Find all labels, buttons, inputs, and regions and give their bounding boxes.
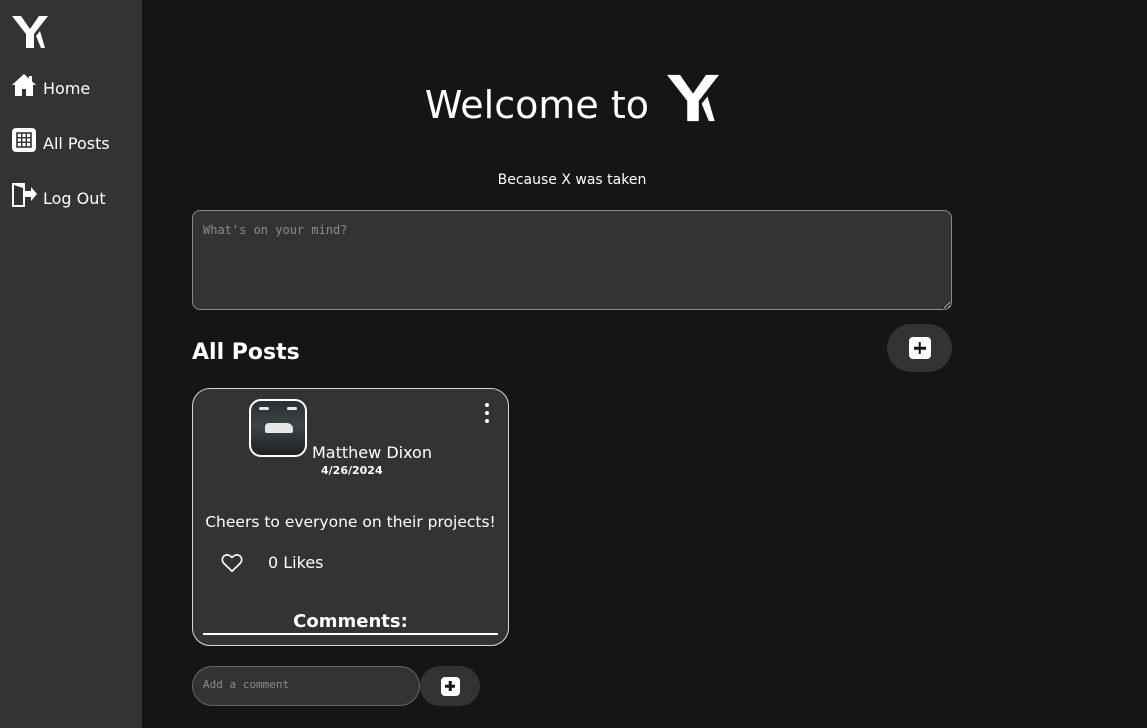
comments-heading: Comments: — [293, 611, 408, 632]
comment-input[interactable] — [192, 666, 420, 706]
post-date: 4/26/2024 — [321, 464, 383, 477]
post-input[interactable] — [192, 210, 952, 310]
avatar-photo-detail — [287, 407, 297, 410]
heart-icon[interactable] — [221, 552, 243, 574]
page-title: Welcome to — [142, 72, 1002, 135]
sidebar-item-label: Home — [43, 79, 91, 98]
sidebar-item-label: All Posts — [43, 134, 110, 153]
sidebar-item-label: Log Out — [43, 189, 106, 208]
more-options-icon[interactable] — [479, 401, 495, 425]
sidebar-item-home[interactable]: Home — [11, 72, 90, 98]
avatar-photo-detail — [265, 423, 293, 433]
section-heading: All Posts — [192, 340, 300, 365]
door-exit-icon — [12, 183, 37, 207]
menu-dot — [485, 419, 489, 423]
menu-dot — [485, 403, 489, 407]
author-name[interactable]: Matthew Dixon — [312, 443, 432, 462]
y-logo-icon — [667, 74, 720, 122]
plus-square-icon — [908, 337, 931, 359]
menu-dot — [485, 411, 489, 415]
grid-icon — [12, 128, 36, 152]
y-logo-icon[interactable] — [12, 14, 48, 50]
divider — [203, 633, 498, 635]
add-post-button[interactable] — [887, 324, 952, 372]
sidebar-item-all-posts[interactable]: All Posts — [11, 127, 110, 153]
sidebar: Home All Posts Log Out — [0, 0, 142, 728]
add-comment-button[interactable] — [420, 666, 480, 706]
main-content: Welcome to Because X was taken All Posts… — [142, 0, 1147, 728]
like-count: 0 Likes — [268, 553, 324, 572]
tagline: Because X was taken — [497, 172, 647, 188]
avatar[interactable] — [249, 399, 307, 457]
avatar-photo-detail — [259, 407, 269, 410]
post-text: Cheers to everyone on their projects! — [205, 513, 496, 531]
plus-square-icon — [440, 676, 460, 696]
house-icon — [12, 74, 36, 96]
post-card: Matthew Dixon 4/26/2024 Cheers to everyo… — [192, 388, 509, 646]
welcome-text: Welcome to — [424, 83, 649, 127]
sidebar-item-log-out[interactable]: Log Out — [11, 182, 106, 208]
